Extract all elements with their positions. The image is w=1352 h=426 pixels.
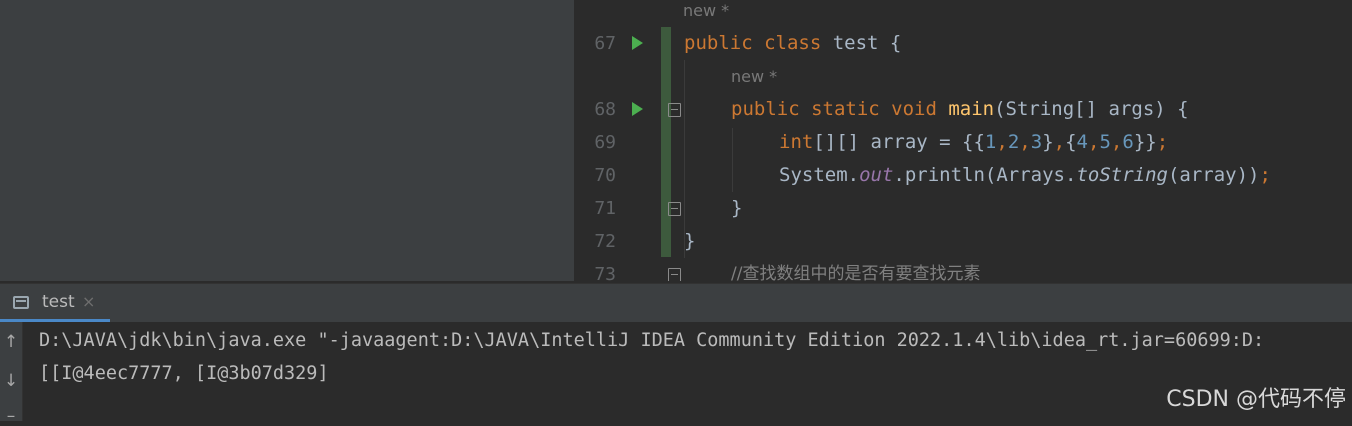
line-number: 67 [594, 33, 616, 54]
code-line-71[interactable]: 71 } [574, 192, 1352, 225]
fold-icon[interactable] [668, 202, 681, 216]
watermark: CSDN @代码不停 [1166, 387, 1346, 412]
console-output[interactable]: D:\JAVA\jdk\bin\java.exe "-javaagent:D:\… [23, 322, 1352, 421]
line-number: 69 [594, 132, 616, 153]
line-number: 72 [594, 231, 616, 252]
code-line-69[interactable]: 69 int[][] array = {{1,2,3},{4,5,6}}; [574, 126, 1352, 159]
fold-icon[interactable] [668, 103, 681, 117]
code-text: public static void main(String[] args) { [731, 98, 1189, 120]
arrow-down-icon[interactable]: ↓ [0, 371, 22, 391]
console-line: [[I@4eec7777, [I@3b07d329] [39, 363, 329, 384]
code-line-68[interactable]: 68 public static void main(String[] args… [574, 93, 1352, 126]
tab-label: test [42, 292, 75, 312]
close-icon[interactable]: × [82, 292, 95, 311]
code-line-67[interactable]: 67 public class test { [574, 27, 1352, 60]
code-line-72[interactable]: 72 } [574, 225, 1352, 258]
run-tool-window-header: test × [0, 283, 1352, 322]
code-text: } [731, 197, 743, 219]
console-toolbar: ↑ ↓ – [0, 322, 23, 426]
code-comment: //查找数组中的是否有要查找元素 [731, 264, 981, 281]
run-icon[interactable] [632, 36, 643, 50]
line-number: 68 [594, 99, 616, 120]
line-number: 73 [594, 264, 616, 281]
fold-icon[interactable] [668, 268, 681, 281]
line-number: 70 [594, 165, 616, 186]
code-line-73[interactable]: 73 //查找数组中的是否有要查找元素 [574, 258, 1352, 281]
arrow-up-icon[interactable]: ↑ [0, 332, 22, 352]
run-icon[interactable] [632, 102, 643, 116]
code-text: int[][] array = {{1,2,3},{4,5,6}}; [779, 131, 1169, 153]
console-icon [13, 296, 29, 309]
author-hint: new * [731, 67, 778, 86]
author-hint: new * [683, 1, 730, 20]
code-text: public class test { [684, 32, 902, 54]
code-editor[interactable]: new * 67 public class test { new * 68 pu… [574, 0, 1352, 281]
tab-run-test[interactable]: test × [0, 284, 110, 322]
console-line: D:\JAVA\jdk\bin\java.exe "-javaagent:D:\… [39, 330, 1265, 351]
code-text: } [684, 230, 696, 252]
code-line-70[interactable]: 70 System.out.println(Arrays.toString(ar… [574, 159, 1352, 192]
code-text: System.out.println(Arrays.toString(array… [779, 164, 1271, 186]
line-number: 71 [594, 198, 616, 219]
wrap-icon[interactable]: – [0, 406, 22, 426]
project-panel [0, 0, 574, 281]
